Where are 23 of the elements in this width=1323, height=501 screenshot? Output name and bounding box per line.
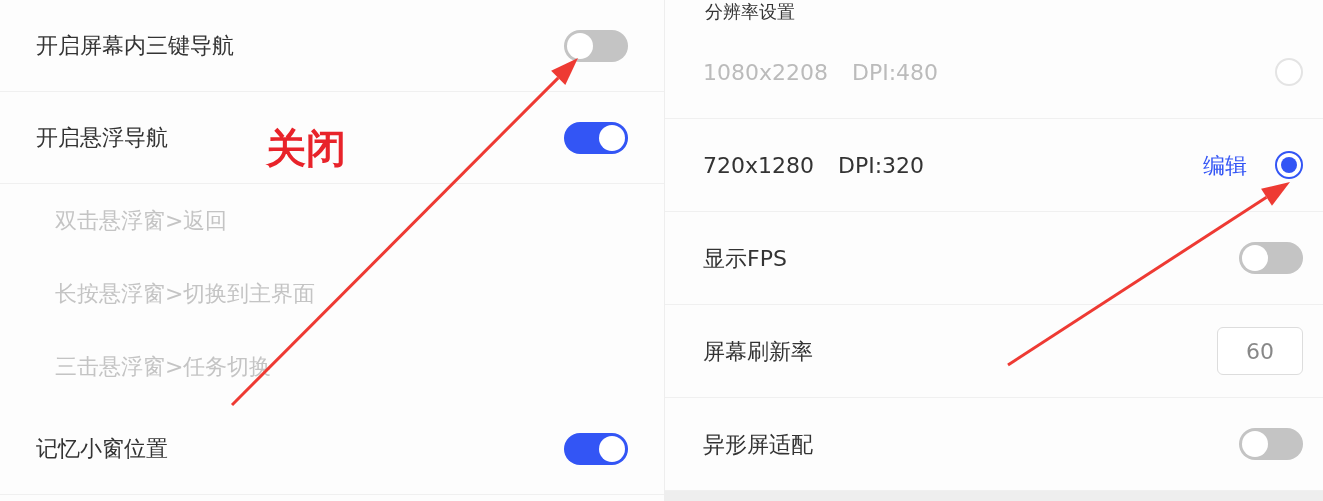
setting-label: 记忆小窗位置	[36, 435, 168, 463]
gesture-option-label: 三击悬浮窗>任务切换	[55, 353, 272, 381]
refresh-rate-field[interactable]: 60	[1217, 327, 1303, 375]
annotation-label: 关闭	[266, 128, 346, 168]
dpi-label: DPI:480	[852, 58, 939, 87]
edit-link[interactable]: 编辑	[1203, 148, 1247, 182]
toggle-switch[interactable]	[1239, 242, 1303, 274]
resolution-label: 1080x2208	[703, 58, 828, 87]
toggle-switch[interactable]	[564, 29, 628, 62]
gesture-option-label: 双击悬浮窗>返回	[55, 207, 228, 235]
setting-label: 开启屏幕内三键导航	[36, 32, 234, 60]
setting-label: 屏幕刷新率	[703, 337, 813, 366]
section-header: 分辨率设置	[704, 0, 796, 24]
toggle-switch[interactable]	[564, 121, 628, 154]
setting-label: 显示FPS	[703, 244, 787, 273]
gesture-option-label: 长按悬浮窗>切换到主界面	[55, 280, 316, 308]
toggle-switch[interactable]	[564, 432, 628, 465]
setting-label: 异形屏适配	[703, 430, 813, 459]
dpi-label: DPI:320	[838, 151, 925, 180]
resolution-label: 720x1280	[703, 151, 814, 180]
setting-label: 开启悬浮导航	[36, 124, 168, 152]
toggle-switch[interactable]	[1239, 428, 1303, 460]
radio-button[interactable]	[1275, 151, 1303, 179]
